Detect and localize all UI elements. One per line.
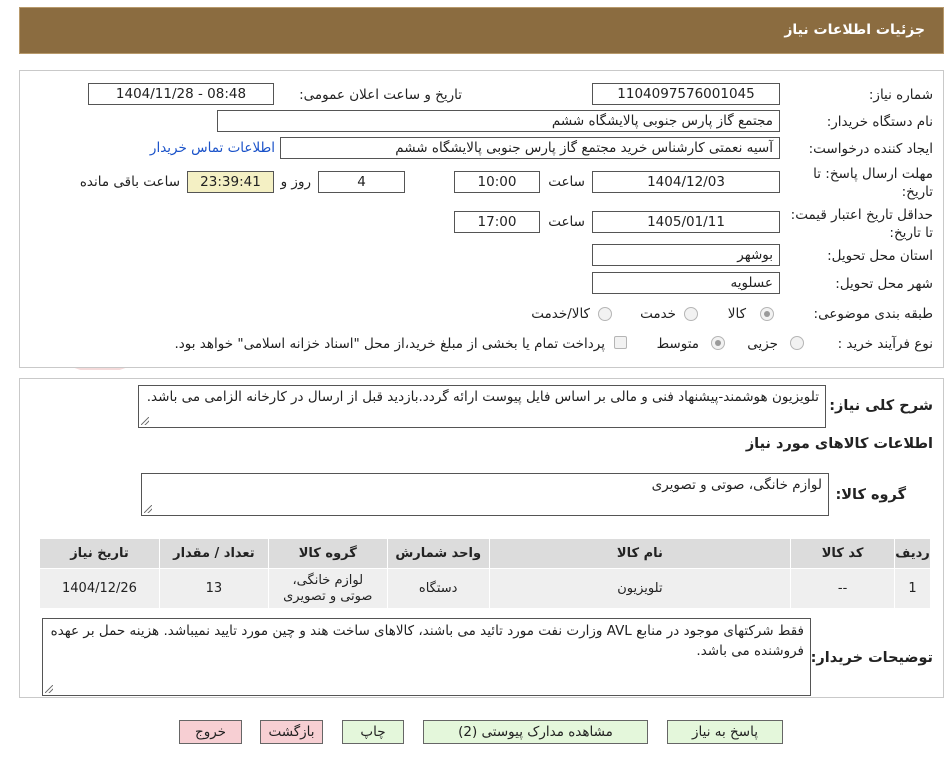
cell-unit: دستگاه — [386, 568, 490, 609]
category-service-label: خدمت — [640, 306, 676, 322]
table-row: 1 -- تلویزیون دستگاه لوازم خانگی، صوتی و… — [39, 568, 931, 609]
price-validity-time-field: 17:00 — [454, 211, 540, 233]
buyer-org-field: مجتمع گاز پارس جنوبی پالایشگاه ششم — [217, 110, 780, 132]
province-field: بوشهر — [592, 244, 780, 266]
city-field: عسلویه — [592, 272, 780, 294]
category-goods-radio[interactable] — [760, 307, 774, 321]
cell-group: لوازم خانگی، صوتی و تصویری — [267, 568, 388, 609]
cell-code: -- — [790, 568, 896, 609]
price-validity-time-label: ساعت — [548, 214, 585, 230]
col-header-name: نام کالا — [488, 538, 792, 569]
cell-quantity: 13 — [158, 568, 269, 609]
process-minor-radio[interactable] — [790, 336, 804, 350]
price-validity-label: حداقل تاریخ اعتبار قیمت: تا تاریخ: — [790, 207, 933, 241]
process-medium-radio[interactable] — [711, 336, 725, 350]
reply-deadline-label: مهلت ارسال پاسخ: تا تاریخ: — [813, 166, 933, 200]
resize-grip-icon[interactable] — [45, 685, 53, 693]
remaining-time-field: 23:39:41 — [187, 171, 274, 193]
buyer-org-label: نام دستگاه خریدار: — [826, 114, 933, 130]
buyer-contact-link[interactable]: اطلاعات تماس خریدار — [150, 140, 275, 156]
view-attachments-button[interactable]: مشاهده مدارک پیوستی (2) — [423, 720, 648, 744]
exit-button[interactable]: خروج — [179, 720, 242, 744]
treasury-payment-note: پرداخت تمام یا بخشی از مبلغ خرید،از محل … — [174, 336, 605, 352]
description-field: تلویزیون هوشمند-پیشنهاد فنی و مالی بر اس… — [138, 385, 826, 428]
reply-days-label: روز و — [280, 174, 311, 190]
cell-row-number: 1 — [894, 568, 931, 609]
category-both-radio[interactable] — [598, 307, 612, 321]
goods-table: ردیف کد کالا نام کالا واحد شمارش گروه کا… — [39, 538, 931, 609]
process-medium-label: متوسط — [656, 336, 699, 352]
description-label: شرح کلی نیاز: — [829, 398, 933, 414]
category-service-radio[interactable] — [684, 307, 698, 321]
col-header-unit: واحد شمارش — [386, 538, 490, 569]
resize-grip-icon[interactable] — [144, 505, 152, 513]
print-button[interactable]: چاپ — [342, 720, 404, 744]
goods-section-title: اطلاعات کالاهای مورد نیاز — [745, 436, 933, 452]
page-title: جزئیات اطلاعات نیاز — [784, 22, 925, 38]
need-number-field: 1104097576001045 — [592, 83, 780, 105]
buyer-notes-field: فقط شرکتهای موجود در منابع AVL وزارت نفت… — [42, 618, 811, 696]
city-label: شهر محل تحویل: — [835, 276, 933, 292]
buyer-notes-text: فقط شرکتهای موجود در منابع AVL وزارت نفت… — [50, 623, 804, 659]
category-both-label: کالا/خدمت — [531, 306, 590, 322]
cell-name: تلویزیون — [488, 568, 792, 609]
reply-button[interactable]: پاسخ به نیاز — [667, 720, 783, 744]
col-header-group: گروه کالا — [267, 538, 388, 569]
requester-label: ایجاد کننده درخواست: — [808, 141, 933, 157]
remaining-time-label: ساعت باقی مانده — [79, 174, 180, 190]
category-goods-label: کالا — [727, 306, 746, 322]
col-header-need-date: تاریخ نیاز — [39, 538, 160, 569]
resize-grip-icon[interactable] — [141, 417, 149, 425]
reply-date-field: 1404/12/03 — [592, 171, 780, 193]
requester-field: آسیه نعمتی کارشناس خرید مجتمع گاز پارس ج… — [280, 137, 780, 159]
page-header: جزئیات اطلاعات نیاز — [19, 7, 944, 54]
description-text: تلویزیون هوشمند-پیشنهاد فنی و مالی بر اس… — [146, 389, 819, 405]
announce-label: تاریخ و ساعت اعلان عمومی: — [299, 87, 462, 103]
buyer-notes-label: توضیحات خریدار: — [810, 650, 933, 666]
goods-group-label: گروه کالا: — [835, 487, 906, 503]
reply-time-field: 10:00 — [454, 171, 540, 193]
reply-days-field: 4 — [318, 171, 405, 193]
treasury-payment-checkbox[interactable] — [614, 336, 627, 349]
price-validity-date-field: 1405/01/11 — [592, 211, 780, 233]
goods-group-text: لوازم خانگی، صوتی و تصویری — [651, 477, 822, 493]
cell-need-date: 1404/12/26 — [39, 568, 160, 609]
col-header-row-number: ردیف — [894, 538, 931, 569]
category-label: طبقه بندی موضوعی: — [813, 306, 933, 322]
col-header-quantity: تعداد / مقدار — [158, 538, 269, 569]
back-button[interactable]: بازگشت — [260, 720, 323, 744]
announce-field: 1404/11/28 - 08:48 — [88, 83, 274, 105]
table-header-row: ردیف کد کالا نام کالا واحد شمارش گروه کا… — [39, 538, 931, 569]
province-label: استان محل تحویل: — [827, 248, 933, 264]
process-minor-label: جزیی — [747, 336, 778, 352]
col-header-code: کد کالا — [790, 538, 896, 569]
process-label: نوع فرآیند خرید : — [837, 336, 933, 352]
reply-time-label: ساعت — [548, 174, 585, 190]
need-number-label: شماره نیاز: — [868, 87, 933, 103]
goods-group-field: لوازم خانگی، صوتی و تصویری — [141, 473, 829, 516]
